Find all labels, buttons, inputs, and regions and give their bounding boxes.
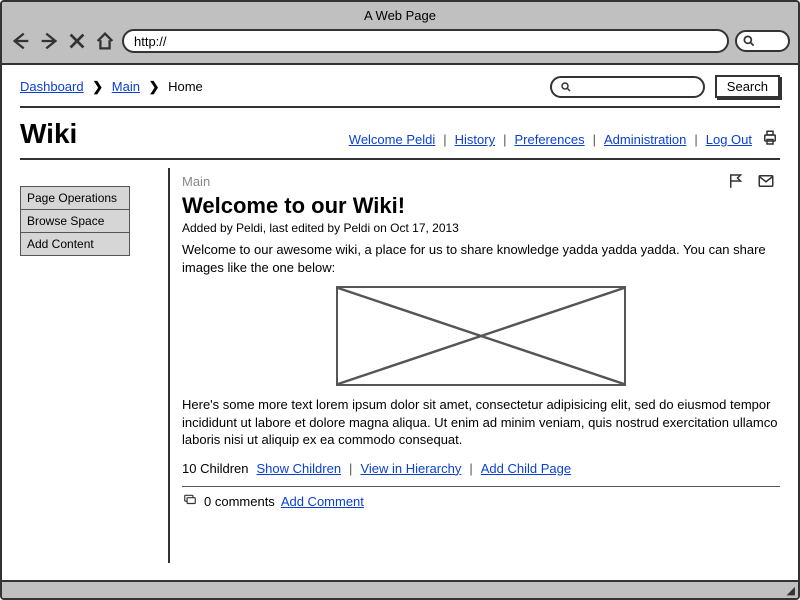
view-hierarchy-link[interactable]: View in Hierarchy — [360, 461, 461, 476]
chevron-right-icon: ❯ — [92, 79, 103, 94]
print-icon[interactable] — [760, 129, 780, 150]
sidebar: Page Operations Browse Space Add Content — [20, 168, 160, 563]
breadcrumb: Dashboard ❯ Main ❯ Home — [20, 79, 203, 95]
breadcrumb-main[interactable]: Main — [112, 79, 140, 94]
divider: | — [503, 132, 506, 147]
panel-top-icons — [726, 172, 776, 193]
mail-icon[interactable] — [756, 172, 776, 193]
intro-paragraph: Welcome to our awesome wiki, a place for… — [182, 241, 780, 276]
divider: | — [349, 461, 352, 476]
browser-chrome: A Web Page http:// — [2, 2, 798, 65]
sidebar-item-browse-space[interactable]: Browse Space — [20, 210, 130, 233]
home-icon[interactable] — [94, 30, 116, 52]
site-title: Wiki — [20, 118, 77, 150]
status-bar: ◢ — [2, 580, 798, 598]
browser-search-pill[interactable] — [735, 30, 790, 52]
image-placeholder — [336, 286, 626, 386]
back-icon[interactable] — [10, 30, 32, 52]
page-content: Dashboard ❯ Main ❯ Home Search Wiki Welc… — [2, 65, 798, 575]
browser-title: A Web Page — [10, 6, 790, 29]
logout-link[interactable]: Log Out — [706, 132, 752, 147]
administration-link[interactable]: Administration — [604, 132, 686, 147]
chevron-right-icon: ❯ — [149, 79, 160, 94]
history-link[interactable]: History — [455, 132, 495, 147]
welcome-link[interactable]: Welcome Peldi — [349, 132, 435, 147]
stop-icon[interactable] — [66, 30, 88, 52]
url-text: http:// — [134, 34, 167, 49]
add-child-page-link[interactable]: Add Child Page — [481, 461, 571, 476]
top-bar: Dashboard ❯ Main ❯ Home Search — [20, 75, 780, 108]
space-name: Main — [182, 174, 780, 189]
sidebar-item-page-operations[interactable]: Page Operations — [20, 186, 130, 210]
comments-row: 0 comments Add Comment — [182, 493, 780, 510]
forward-icon[interactable] — [38, 30, 60, 52]
divider: | — [443, 132, 446, 147]
header-row: Wiki Welcome Peldi | History | Preferenc… — [20, 108, 780, 160]
main-panel: Main Welcome to our Wiki! Added by Peldi… — [168, 168, 780, 563]
show-children-link[interactable]: Show Children — [257, 461, 342, 476]
browser-toolbar: http:// — [10, 29, 790, 59]
comments-count: 0 comments — [204, 494, 275, 509]
preferences-link[interactable]: Preferences — [514, 132, 584, 147]
second-paragraph: Here's some more text lorem ipsum dolor … — [182, 396, 780, 449]
body-row: Page Operations Browse Space Add Content… — [20, 168, 780, 563]
byline: Added by Peldi, last edited by Peldi on … — [182, 221, 780, 235]
browser-window: A Web Page http:// Dashbo — [0, 0, 800, 600]
comment-icon — [182, 493, 198, 510]
divider: | — [469, 461, 472, 476]
header-links: Welcome Peldi | History | Preferences | … — [349, 129, 780, 150]
flag-icon[interactable] — [726, 172, 746, 193]
children-count: 10 Children — [182, 461, 249, 476]
divider: | — [694, 132, 697, 147]
resize-grip-icon[interactable]: ◢ — [787, 584, 795, 597]
divider: | — [593, 132, 596, 147]
url-bar[interactable]: http:// — [122, 29, 729, 53]
breadcrumb-dashboard[interactable]: Dashboard — [20, 79, 84, 94]
sidebar-item-add-content[interactable]: Add Content — [20, 233, 130, 256]
children-row: 10 Children Show Children | View in Hier… — [182, 461, 780, 476]
search-button[interactable]: Search — [715, 75, 780, 98]
search-input[interactable] — [550, 76, 705, 98]
add-comment-link[interactable]: Add Comment — [281, 494, 364, 509]
divider-line — [182, 486, 780, 487]
breadcrumb-current: Home — [168, 79, 203, 94]
topbar-right: Search — [550, 75, 780, 98]
page-title: Welcome to our Wiki! — [182, 193, 780, 219]
